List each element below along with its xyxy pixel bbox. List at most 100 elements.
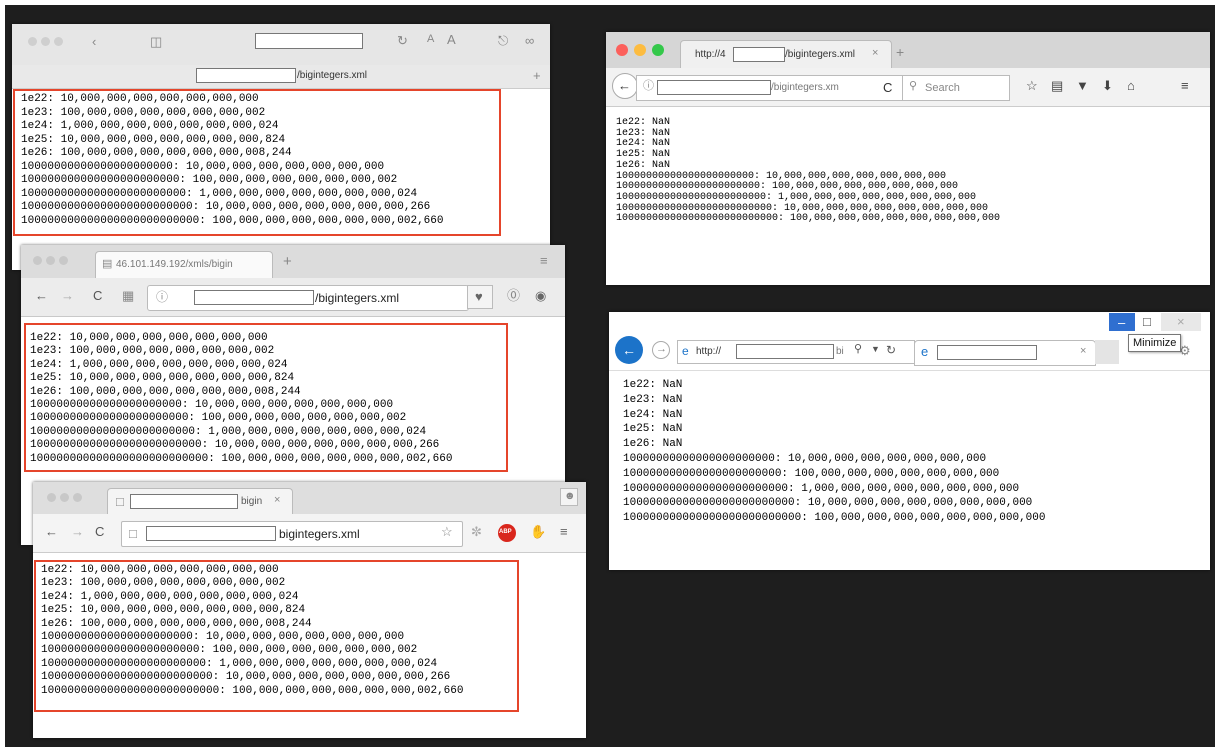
- page-icon: ▤: [102, 258, 113, 270]
- output-line: 1e25: NaN: [623, 423, 683, 436]
- back-icon[interactable]: ←: [35, 289, 48, 302]
- search-icon[interactable]: ⚲: [854, 344, 862, 355]
- address-bar[interactable]: □ bigintegers.xml: [121, 521, 463, 547]
- output-line: 100000000000000000000000000: 100,000,000…: [623, 512, 1046, 525]
- dropdown-icon[interactable]: ▼: [871, 345, 880, 354]
- adblock-icon[interactable]: ABP: [498, 524, 516, 542]
- address-text: bigintegers.xml: [279, 527, 360, 541]
- forward-icon[interactable]: →: [652, 341, 670, 359]
- chrome-tab-bar: □ bigin × ☻: [33, 482, 586, 515]
- account-icon[interactable]: ◉: [535, 289, 546, 302]
- extension2-icon[interactable]: ✋: [530, 525, 546, 538]
- forward-icon[interactable]: →: [61, 289, 74, 302]
- reading-list-icon[interactable]: ▤: [1051, 79, 1063, 92]
- new-tab-icon[interactable]: +: [283, 254, 292, 269]
- reload-icon[interactable]: C: [883, 81, 892, 94]
- pocket-icon[interactable]: ♥: [467, 285, 493, 309]
- reload-icon[interactable]: ↻: [397, 34, 408, 47]
- address-bar[interactable]: ⓘ /bigintegers.xm C: [636, 75, 903, 101]
- tab-title-redacted: [937, 345, 1037, 360]
- tab-title: bigin: [241, 496, 263, 507]
- back-icon[interactable]: ‹: [92, 35, 96, 48]
- profile-icon[interactable]: ☻: [560, 488, 578, 506]
- search-icon: ⚲: [909, 80, 918, 92]
- ie-title-bar: – □ ×: [609, 312, 1210, 334]
- bookmark-star-icon[interactable]: ☆: [1026, 79, 1038, 92]
- close-button[interactable]: ×: [1161, 313, 1201, 331]
- output-line: 1e23: NaN: [616, 127, 671, 139]
- download-icon[interactable]: ⓪: [507, 289, 520, 302]
- browser-tab[interactable]: http://4 /bigintegers.xml ×: [680, 40, 892, 69]
- address-host-redacted: [736, 344, 834, 359]
- firefox-nav-bar: ← → C ▦ ⓘ /bigintegers.xml ♥ ⓪ ◉: [21, 278, 565, 317]
- share-icon[interactable]: ⎋: [498, 34, 508, 47]
- reader-large-icon[interactable]: A: [447, 33, 456, 46]
- menu-icon[interactable]: ≡: [560, 525, 568, 538]
- tab-title-redacted: [130, 494, 238, 509]
- page-output: 1e22: NaN 1e23: NaN 1e24: NaN 1e25: NaN 1e26…: [623, 378, 1045, 526]
- tab-title-prefix: http://4: [695, 49, 726, 60]
- output-line: 1e26: NaN: [623, 438, 683, 451]
- address-host-redacted: [146, 526, 276, 541]
- minimize-button[interactable]: –: [1109, 313, 1135, 331]
- minimize-icon[interactable]: [46, 256, 55, 265]
- new-tab-icon[interactable]: +: [533, 69, 541, 82]
- close-icon[interactable]: [47, 493, 56, 502]
- search-placeholder: Search: [925, 82, 960, 94]
- reload-icon[interactable]: C: [93, 289, 102, 302]
- menu-icon[interactable]: ≡: [1181, 79, 1189, 92]
- address-bar[interactable]: ⓘ /bigintegers.xml: [147, 285, 469, 311]
- extension-icon[interactable]: ✼: [471, 525, 482, 538]
- browser-tab[interactable]: e ×: [914, 340, 1096, 366]
- output-line: 10000000000000000000000: 10,000,000,000,…: [623, 452, 987, 465]
- back-icon[interactable]: ←: [615, 336, 643, 364]
- forward-icon[interactable]: →: [71, 525, 84, 538]
- address-bar[interactable]: e http:// bi ⚲ ▼ ↻: [677, 340, 915, 364]
- page-output: 1e22: NaN 1e23: NaN 1e24: NaN 1e25: NaN 1e26…: [616, 117, 1000, 225]
- zoom-icon[interactable]: [652, 44, 664, 56]
- tab-title[interactable]: /bigintegers.xml: [297, 70, 367, 81]
- tab-close-icon[interactable]: ×: [274, 495, 280, 506]
- tab-close-icon[interactable]: ×: [1080, 346, 1086, 357]
- close-icon[interactable]: [616, 44, 628, 56]
- bookmark-star-icon[interactable]: ☆: [441, 525, 453, 538]
- highlight-box: [24, 323, 508, 472]
- minimize-icon[interactable]: [60, 493, 69, 502]
- new-tab-button[interactable]: [1095, 340, 1119, 364]
- minimize-icon[interactable]: [41, 37, 50, 46]
- new-tab-icon[interactable]: +: [896, 45, 904, 59]
- pocket-icon[interactable]: ▼: [1076, 79, 1089, 92]
- apps-icon[interactable]: ▦: [122, 289, 134, 302]
- output-line: 1e24: NaN: [616, 138, 671, 150]
- tab-close-icon[interactable]: ×: [872, 48, 878, 59]
- tabs-icon[interactable]: ∞: [525, 34, 534, 47]
- back-icon[interactable]: ←: [612, 73, 638, 99]
- back-icon[interactable]: ←: [45, 525, 58, 538]
- address-host-redacted: [194, 290, 314, 305]
- minimize-icon[interactable]: [634, 44, 646, 56]
- chrome-window: □ bigin × ☻ ← → C □ bigintegers.xml ☆ ✼ …: [33, 482, 586, 738]
- address-text: /bigintegers.xm: [771, 82, 839, 93]
- browser-tab[interactable]: ▤ 46.101.149.192/xmls/bigin: [95, 251, 273, 279]
- download-icon[interactable]: ⬇: [1102, 79, 1113, 92]
- close-icon[interactable]: [33, 256, 42, 265]
- reload-icon[interactable]: ↻: [886, 344, 896, 356]
- safari-tab-bar: /bigintegers.xml +: [12, 65, 550, 89]
- site-info-icon[interactable]: ⓘ: [156, 291, 168, 303]
- sidebar-icon[interactable]: ◫: [150, 35, 162, 48]
- reader-small-icon[interactable]: A: [427, 34, 434, 45]
- firefox-new-window: http://4 /bigintegers.xml × + ← ⓘ /bigin…: [606, 32, 1210, 285]
- home-icon[interactable]: ⌂: [1127, 79, 1135, 92]
- search-field[interactable]: ⚲ Search: [902, 75, 1010, 101]
- maximize-button[interactable]: □: [1135, 313, 1161, 331]
- firefox-tab-bar: ▤ 46.101.149.192/xmls/bigin + ≡: [21, 245, 565, 279]
- zoom-icon[interactable]: [54, 37, 63, 46]
- browser-tab[interactable]: □ bigin ×: [107, 488, 293, 515]
- chrome-nav-bar: ← → C □ bigintegers.xml ☆ ✼ ABP ✋ ≡: [33, 514, 586, 553]
- zoom-icon[interactable]: [73, 493, 82, 502]
- zoom-icon[interactable]: [59, 256, 68, 265]
- address-field-redacted[interactable]: [255, 33, 363, 49]
- reload-icon[interactable]: C: [95, 525, 104, 538]
- tab-list-icon[interactable]: ≡: [540, 254, 548, 267]
- close-icon[interactable]: [28, 37, 37, 46]
